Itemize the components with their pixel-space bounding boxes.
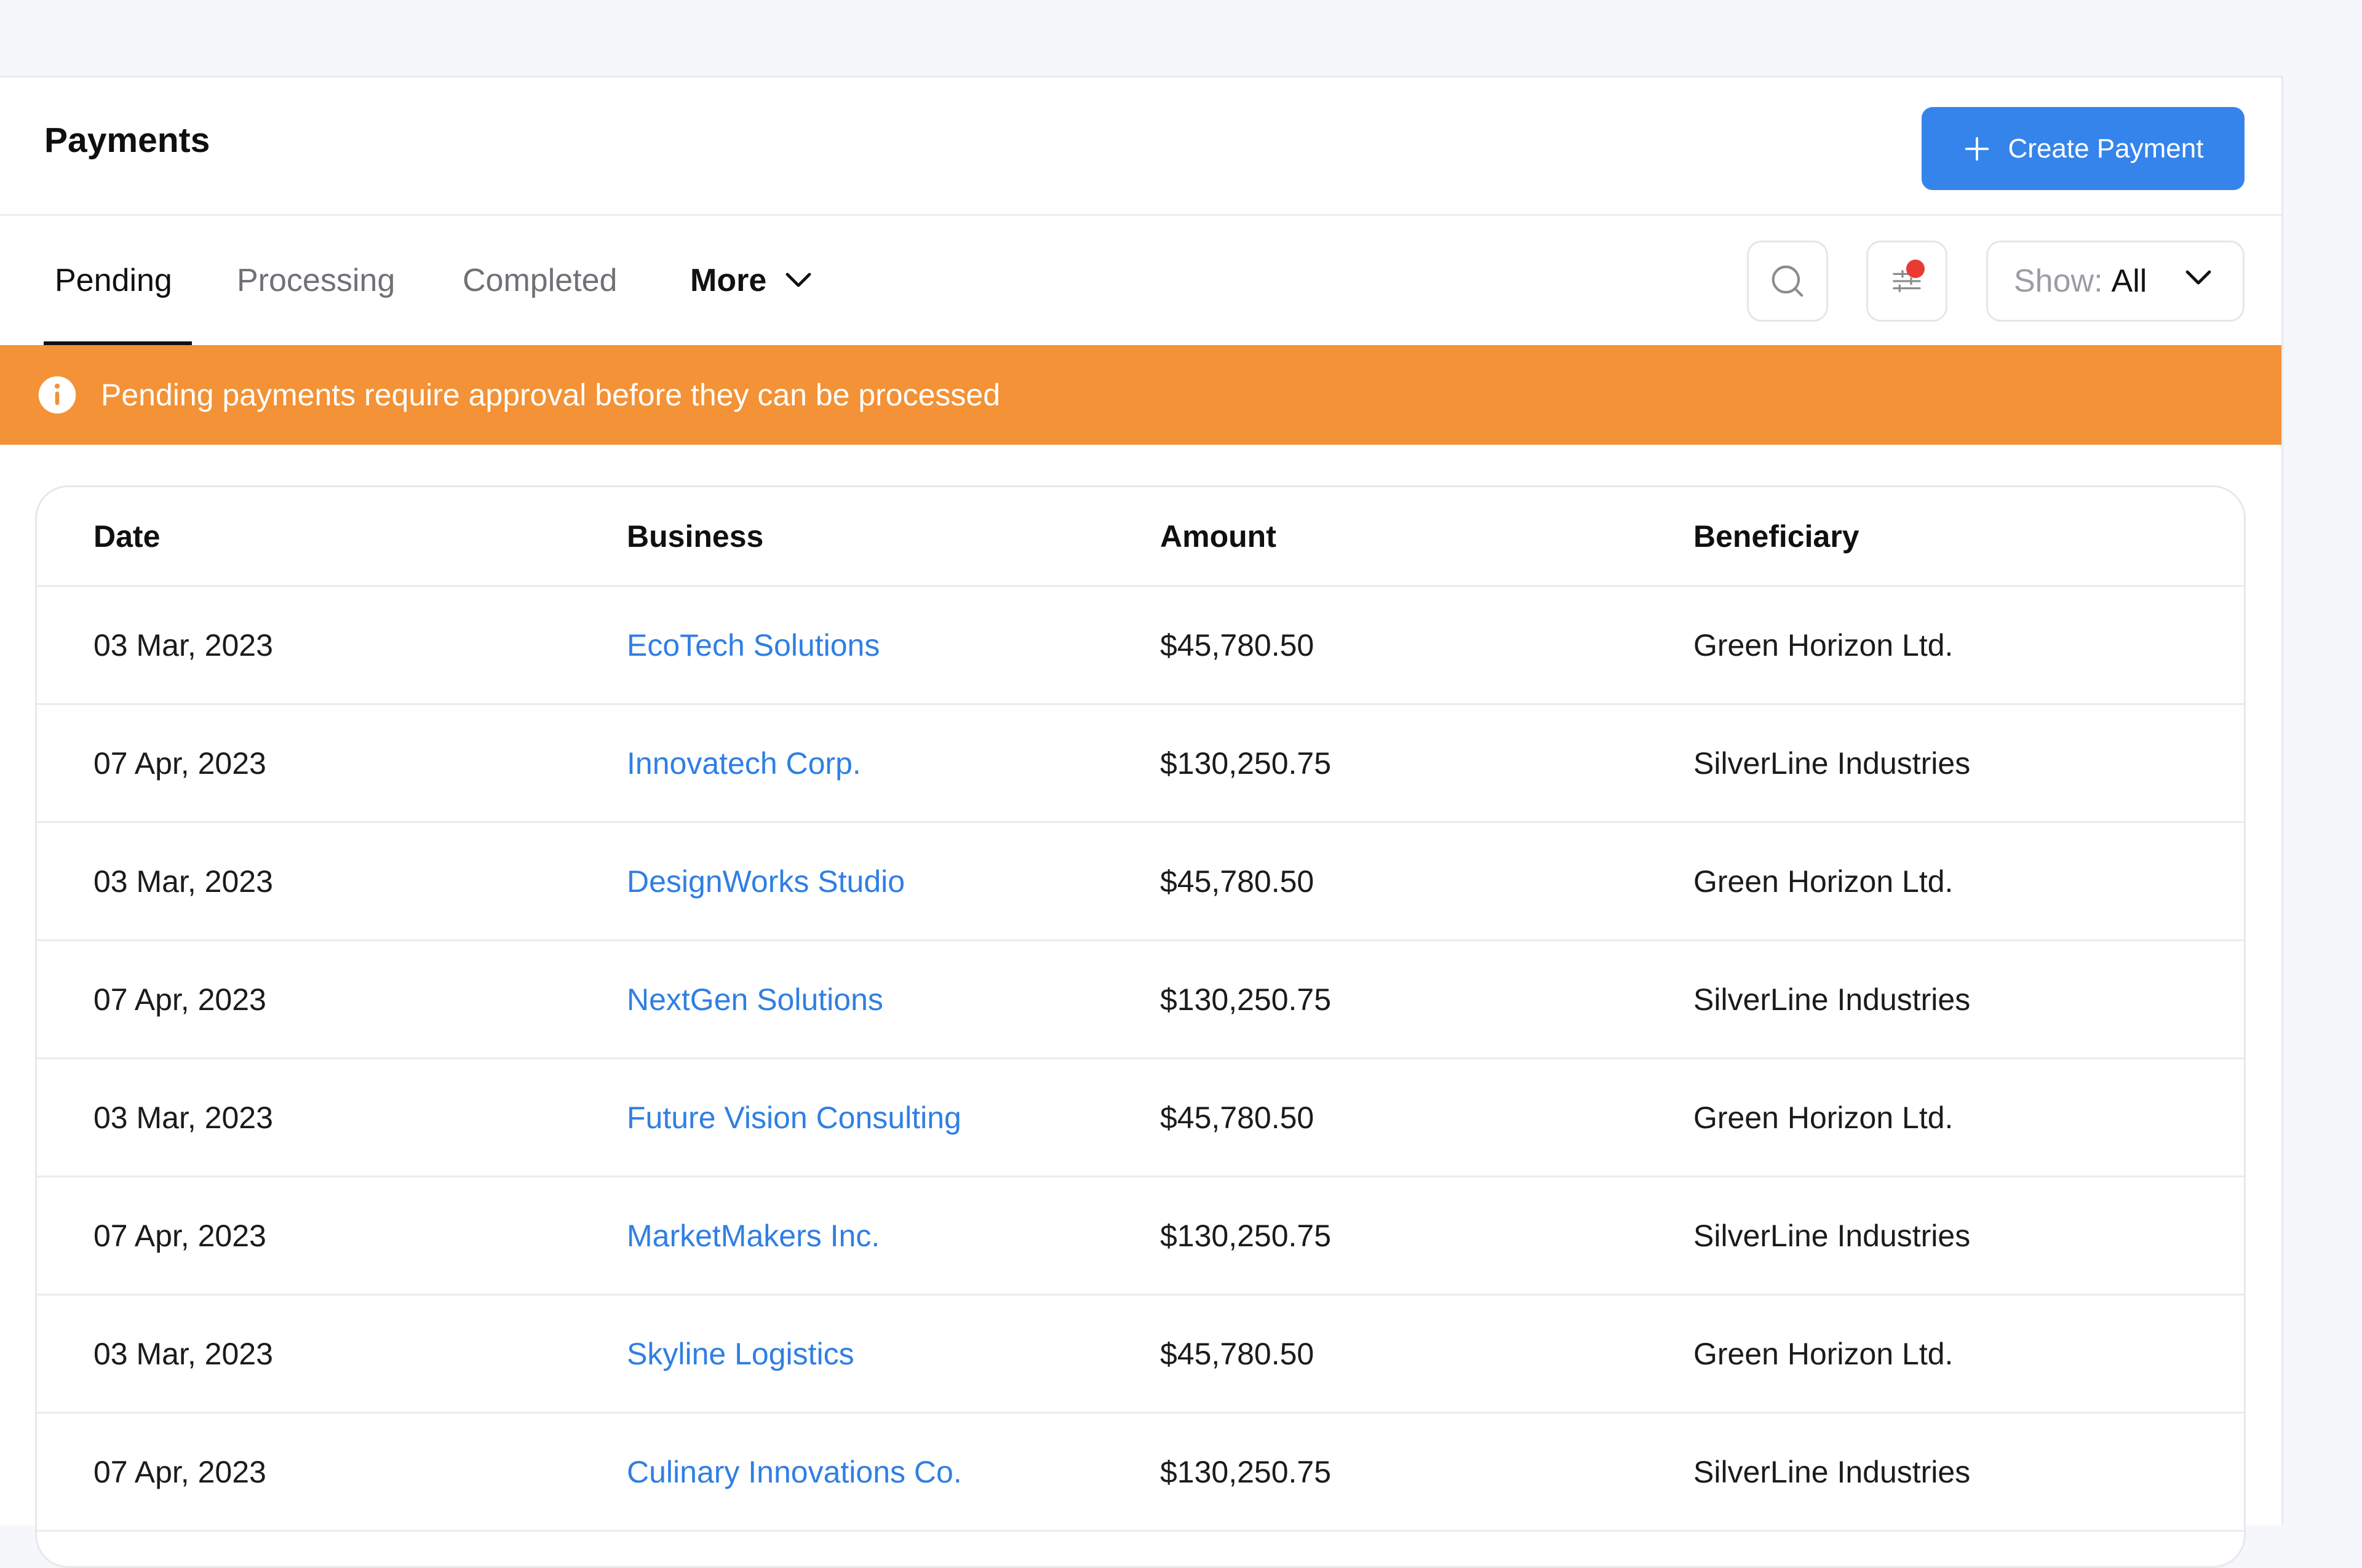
cell-beneficiary: Green Horizon Ltd. <box>1693 1336 1954 1371</box>
table-header: Date Business Amount Beneficiary <box>37 487 2244 587</box>
tab-more-label: More <box>690 263 767 298</box>
cell-beneficiary: Green Horizon Ltd. <box>1693 864 1954 899</box>
cell-beneficiary: SilverLine Industries <box>1693 1218 1971 1253</box>
cell-amount: $130,250.75 <box>1160 746 1332 781</box>
chevron-down-icon <box>785 273 811 287</box>
cell-amount: $130,250.75 <box>1160 1218 1332 1253</box>
pending-info-banner: Pending payments require approval before… <box>0 345 2281 445</box>
cell-beneficiary: SilverLine Industries <box>1693 746 1971 781</box>
cell-amount: $130,250.75 <box>1160 982 1332 1017</box>
column-header-beneficiary: Beneficiary <box>1693 519 1859 554</box>
table-row[interactable]: 07 Apr, 2023 Innovatech Corp. $130,250.7… <box>37 705 2244 823</box>
show-filter-label: Show: <box>2014 263 2103 299</box>
tab-completed-label: Completed <box>463 263 618 298</box>
cell-beneficiary: Green Horizon Ltd. <box>1693 1100 1954 1135</box>
cell-amount: $45,780.50 <box>1160 864 1314 899</box>
cell-date: 07 Apr, 2023 <box>93 982 266 1017</box>
tab-processing[interactable]: Processing <box>237 216 395 345</box>
payments-table: Date Business Amount Beneficiary 03 Mar,… <box>35 485 2246 1568</box>
cell-date: 07 Apr, 2023 <box>93 1218 266 1253</box>
table-row[interactable]: 07 Apr, 2023 Culinary Innovations Co. $1… <box>37 1414 2244 1532</box>
create-payment-button[interactable]: Create Payment <box>1922 107 2245 190</box>
cell-amount: $130,250.75 <box>1160 1454 1332 1489</box>
plus-icon <box>1965 137 1989 161</box>
column-header-business: Business <box>627 519 764 554</box>
search-button[interactable] <box>1747 241 1828 322</box>
page-header: Payments Create Payment <box>0 78 2281 216</box>
business-link[interactable]: Skyline Logistics <box>627 1336 854 1372</box>
cell-amount: $45,780.50 <box>1160 627 1314 663</box>
cell-date: 03 Mar, 2023 <box>93 627 273 663</box>
business-link[interactable]: DesignWorks Studio <box>627 864 905 899</box>
business-link[interactable]: EcoTech Solutions <box>627 627 880 663</box>
cell-beneficiary: SilverLine Industries <box>1693 1454 1971 1489</box>
business-link[interactable]: Future Vision Consulting <box>627 1100 961 1136</box>
tabs-bar: Pending Processing Completed More Show: … <box>0 216 2281 345</box>
create-payment-label: Create Payment <box>2008 133 2204 164</box>
cell-date: 03 Mar, 2023 <box>93 864 273 899</box>
table-row[interactable]: 03 Mar, 2023 DesignWorks Studio $45,780.… <box>37 823 2244 941</box>
page-title: Payments <box>44 121 210 160</box>
table-row[interactable]: 07 Apr, 2023 MarketMakers Inc. $130,250.… <box>37 1177 2244 1295</box>
business-link[interactable]: Culinary Innovations Co. <box>627 1454 962 1490</box>
table-row[interactable]: 03 Mar, 2023 EcoTech Solutions $45,780.5… <box>37 587 2244 705</box>
cell-date: 07 Apr, 2023 <box>93 1454 266 1489</box>
cell-beneficiary: SilverLine Industries <box>1693 982 1971 1017</box>
notification-dot <box>1906 260 1925 278</box>
table-row[interactable]: 03 Mar, 2023 Future Vision Consulting $4… <box>37 1059 2244 1177</box>
cell-date: 03 Mar, 2023 <box>93 1100 273 1135</box>
table-row[interactable]: 07 Apr, 2023 NextGen Solutions $130,250.… <box>37 941 2244 1059</box>
tab-pending[interactable]: Pending <box>44 216 192 345</box>
banner-text: Pending payments require approval before… <box>101 378 1001 412</box>
tab-completed[interactable]: Completed <box>463 216 617 345</box>
business-link[interactable]: Innovatech Corp. <box>627 746 861 781</box>
business-link[interactable]: NextGen Solutions <box>627 982 883 1017</box>
column-header-date: Date <box>93 519 161 554</box>
cell-date: 07 Apr, 2023 <box>93 746 266 781</box>
chevron-down-icon <box>2185 270 2211 285</box>
table-row[interactable]: 03 Mar, 2023 Skyline Logistics $45,780.5… <box>37 1295 2244 1414</box>
tab-processing-label: Processing <box>237 263 396 298</box>
tab-more[interactable]: More <box>690 216 812 345</box>
cell-amount: $45,780.50 <box>1160 1336 1314 1371</box>
cell-amount: $45,780.50 <box>1160 1100 1314 1135</box>
info-icon <box>38 376 76 414</box>
cell-date: 03 Mar, 2023 <box>93 1336 273 1371</box>
show-filter-value: All <box>2111 263 2147 299</box>
tab-pending-label: Pending <box>55 263 172 298</box>
search-icon <box>1772 265 1803 297</box>
show-filter-select[interactable]: Show: All <box>1986 241 2245 322</box>
filter-button[interactable] <box>1866 241 1947 322</box>
payments-panel: Payments Create Payment Pending Processi… <box>0 76 2283 1568</box>
business-link[interactable]: MarketMakers Inc. <box>627 1218 880 1254</box>
cell-beneficiary: Green Horizon Ltd. <box>1693 627 1954 663</box>
column-header-amount: Amount <box>1160 519 1276 554</box>
